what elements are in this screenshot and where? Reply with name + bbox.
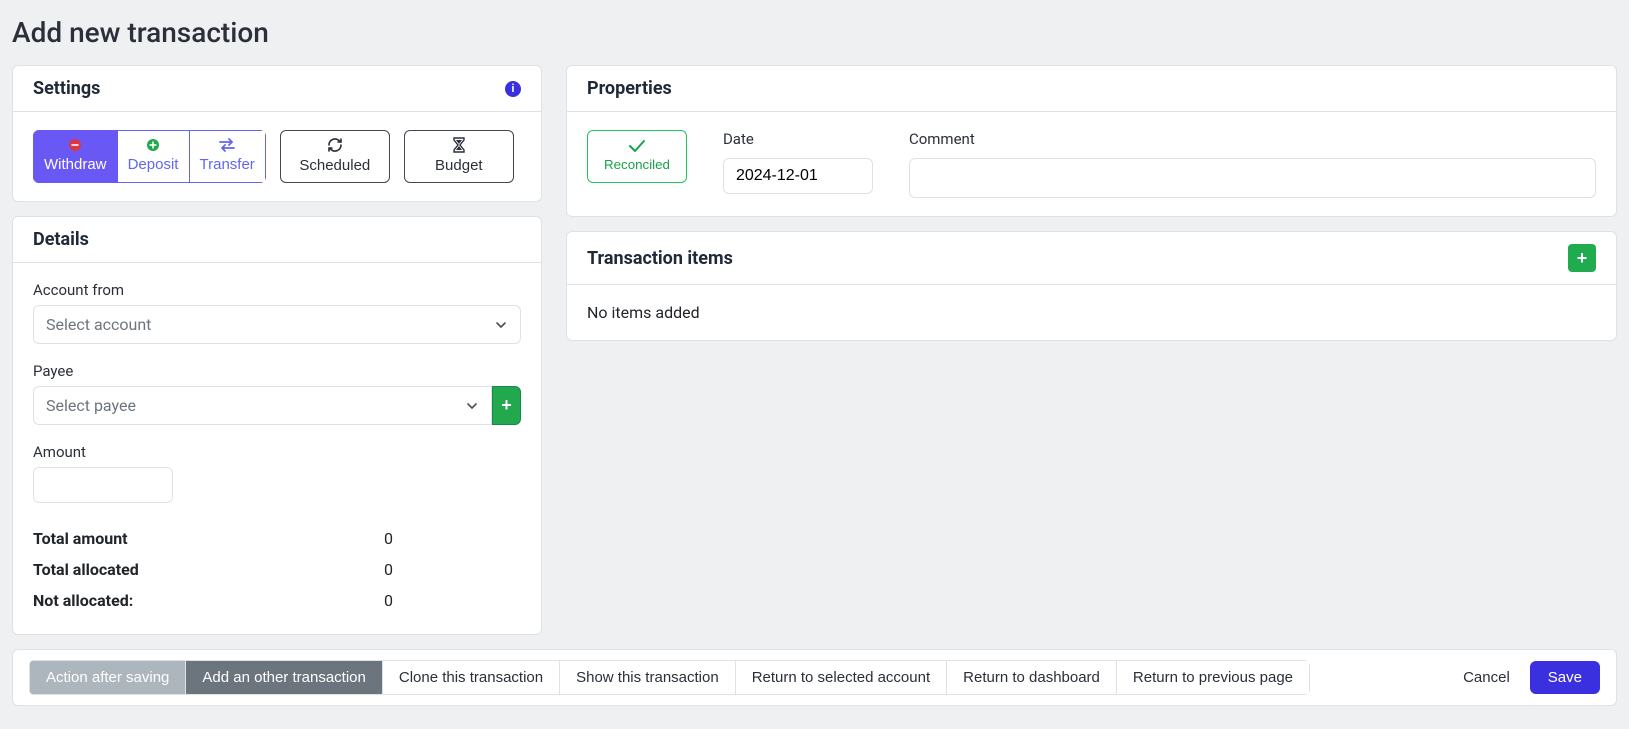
account-from-label: Account from — [33, 281, 521, 299]
properties-heading: Properties — [587, 78, 672, 99]
not-allocated-value: 0 — [363, 591, 393, 610]
settings-heading: Settings — [33, 78, 100, 99]
transaction-items-heading: Transaction items — [587, 248, 733, 269]
transfer-icon — [219, 138, 235, 152]
action-return-previous[interactable]: Return to previous page — [1117, 660, 1310, 695]
not-allocated-label: Not allocated: — [33, 591, 363, 610]
withdraw-label: Withdraw — [44, 156, 107, 173]
save-button[interactable]: Save — [1530, 661, 1600, 694]
reconciled-button[interactable]: Reconciled — [587, 130, 687, 183]
budget-button[interactable]: Budget — [404, 130, 514, 183]
date-input[interactable] — [723, 158, 873, 194]
total-amount-value: 0 — [363, 529, 393, 548]
info-icon[interactable]: i — [505, 81, 521, 97]
action-show[interactable]: Show this transaction — [560, 660, 736, 695]
withdraw-button[interactable]: Withdraw — [33, 130, 118, 183]
budget-label: Budget — [435, 157, 483, 174]
hourglass-icon — [452, 137, 466, 153]
plus-icon: + — [1577, 248, 1588, 269]
scheduled-label: Scheduled — [299, 157, 370, 174]
footer-bar: Action after saving Add an other transac… — [12, 649, 1617, 706]
refresh-icon — [327, 137, 343, 153]
transfer-button[interactable]: Transfer — [190, 130, 266, 183]
action-after-saving-group: Action after saving Add an other transac… — [29, 660, 1310, 695]
minus-circle-icon — [68, 138, 82, 152]
add-payee-button[interactable]: + — [492, 386, 521, 425]
comment-input[interactable] — [909, 158, 1596, 198]
details-card: Details Account from Select account P — [12, 216, 542, 635]
total-amount-label: Total amount — [33, 529, 363, 548]
scheduled-button[interactable]: Scheduled — [280, 130, 390, 183]
cancel-button[interactable]: Cancel — [1457, 668, 1516, 687]
transaction-items-card: Transaction items + No items added — [566, 231, 1617, 341]
action-clone[interactable]: Clone this transaction — [383, 660, 560, 695]
action-return-account[interactable]: Return to selected account — [736, 660, 947, 695]
deposit-label: Deposit — [128, 156, 179, 173]
comment-label: Comment — [909, 130, 1596, 148]
check-icon — [628, 139, 646, 153]
account-from-select[interactable]: Select account — [33, 305, 521, 344]
reconciled-label: Reconciled — [604, 157, 670, 172]
chevron-down-icon — [465, 399, 479, 413]
action-return-dashboard[interactable]: Return to dashboard — [947, 660, 1117, 695]
amount-input[interactable] — [33, 467, 173, 503]
payee-placeholder: Select payee — [46, 396, 136, 415]
plus-icon: + — [501, 395, 512, 416]
properties-card: Properties Reconciled Date — [566, 65, 1617, 217]
add-transaction-item-button[interactable]: + — [1568, 244, 1596, 272]
settings-card: Settings i Withdraw — [12, 65, 542, 202]
action-after-saving-label: Action after saving — [29, 660, 186, 695]
total-allocated-label: Total allocated — [33, 560, 363, 579]
deposit-button[interactable]: Deposit — [118, 130, 190, 183]
payee-select[interactable]: Select payee — [33, 386, 492, 425]
plus-circle-icon — [146, 138, 160, 152]
amount-label: Amount — [33, 443, 521, 461]
transaction-type-group: Withdraw Deposit — [33, 130, 266, 183]
no-items-text: No items added — [587, 303, 700, 322]
total-allocated-value: 0 — [363, 560, 393, 579]
account-placeholder: Select account — [46, 315, 151, 334]
page-title: Add new transaction — [12, 16, 1617, 49]
payee-label: Payee — [33, 362, 521, 380]
chevron-down-icon — [494, 318, 508, 332]
date-label: Date — [723, 130, 873, 148]
action-add-another[interactable]: Add an other transaction — [186, 660, 382, 695]
details-heading: Details — [33, 229, 89, 250]
transfer-label: Transfer — [200, 156, 255, 173]
